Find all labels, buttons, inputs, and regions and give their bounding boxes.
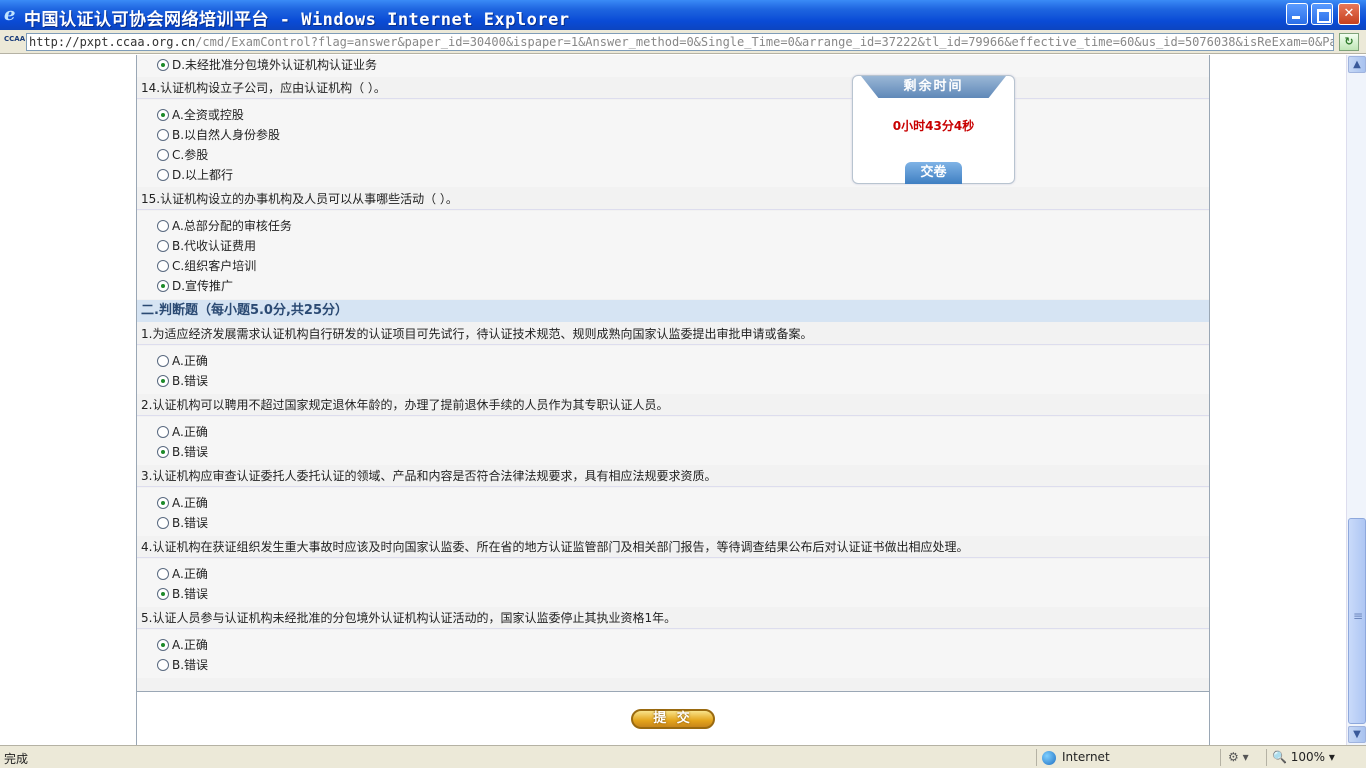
section-title-true-false: 二.判断题（每小题5.0分,共25分）	[137, 300, 1209, 322]
refresh-icon[interactable]: ↻	[1339, 33, 1359, 51]
q15-option-c[interactable]: C.组织客户培训	[157, 257, 256, 275]
q14-options: A.全资或控股 B.以自然人身份参股 C.参股 D.以上都行	[137, 100, 1209, 187]
submit-button[interactable]: 提 交	[631, 709, 715, 729]
security-zone[interactable]: Internet	[1042, 749, 1110, 766]
protected-mode-icon[interactable]: ⚙ ▾	[1228, 749, 1249, 766]
tf2-option-a[interactable]: A.正确	[157, 423, 208, 441]
tf2-options: A.正确 B.错误	[137, 417, 1209, 465]
q15-option-d[interactable]: D.宣传推广	[157, 277, 233, 295]
tf5-text: 5.认证人员参与认证机构未经批准的分包境外认证机构认证活动的，国家认监委停止其执…	[137, 607, 1209, 629]
radio-icon[interactable]	[157, 516, 169, 529]
radio-icon[interactable]	[157, 259, 169, 272]
close-button[interactable]: ✕	[1338, 3, 1360, 25]
q14-option-c[interactable]: C.参股	[157, 146, 208, 164]
page-viewport: D.未经批准分包境外认证机构认证业务 14.认证机构设立子公司，应由认证机构（ …	[0, 55, 1346, 745]
zoom-level[interactable]: 🔍 100% ▾	[1272, 749, 1335, 766]
status-bar: 完成 Internet ⚙ ▾ 🔍 100% ▾	[0, 745, 1366, 768]
radio-icon[interactable]	[157, 658, 169, 671]
tf1-option-a[interactable]: A.正确	[157, 352, 208, 370]
q15-options: A.总部分配的审核任务 B.代收认证费用 C.组织客户培训 D.宣传推广	[137, 211, 1209, 299]
minimize-button[interactable]	[1286, 3, 1308, 25]
radio-icon[interactable]	[157, 148, 169, 161]
tf2-option-b[interactable]: B.错误	[157, 443, 208, 461]
radio-icon[interactable]	[157, 219, 169, 232]
radio-icon[interactable]	[157, 239, 169, 252]
tf2-text: 2.认证机构可以聘用不超过国家规定退休年龄的，办理了提前退休手续的人员作为其专职…	[137, 394, 1209, 416]
submit-area: 提 交	[137, 691, 1209, 745]
tf3-options: A.正确 B.错误	[137, 488, 1209, 536]
url-path: /cmd/ExamControl?flag=answer&paper_id=30…	[195, 35, 1334, 49]
radio-icon[interactable]	[157, 638, 169, 651]
tf4-option-b[interactable]: B.错误	[157, 585, 208, 603]
remaining-time-header: 剩余时间	[861, 76, 1006, 98]
q14-option-b[interactable]: B.以自然人身份参股	[157, 126, 280, 144]
remaining-time-value: 0小时43分4秒	[892, 119, 975, 133]
tf3-option-b[interactable]: B.错误	[157, 514, 208, 532]
vertical-scrollbar[interactable]: ▲ ▼	[1346, 55, 1366, 745]
q14-text: 14.认证机构设立子公司，应由认证机构（ ）。	[137, 77, 1209, 99]
tf1-text: 1.为适应经济发展需求认证机构自行研发的认证项目可先试行，待认证技术规范、规则成…	[137, 323, 1209, 345]
tf4-text: 4.认证机构在获证组织发生重大事故时应该及时向国家认监委、所在省的地方认证监管部…	[137, 536, 1209, 558]
radio-icon[interactable]	[157, 279, 169, 292]
q13-option-d[interactable]: D.未经批准分包境外认证机构认证业务	[157, 56, 377, 74]
q14-option-a[interactable]: A.全资或控股	[157, 106, 244, 124]
q15-text: 15.认证机构设立的办事机构及人员可以从事哪些活动（ ）。	[137, 188, 1209, 210]
radio-icon[interactable]	[157, 567, 169, 580]
tf1-option-b[interactable]: B.错误	[157, 372, 208, 390]
tf5-option-a[interactable]: A.正确	[157, 636, 208, 654]
radio-icon[interactable]	[157, 108, 169, 121]
exam-paper: D.未经批准分包境外认证机构认证业务 14.认证机构设立子公司，应由认证机构（ …	[136, 55, 1210, 745]
url-field[interactable]: http://pxpt.ccaa.org.cn/cmd/ExamControl?…	[26, 33, 1334, 51]
tf4-options: A.正确 B.错误	[137, 559, 1209, 607]
tf4-option-a[interactable]: A.正确	[157, 565, 208, 583]
remaining-time-panel: 剩余时间 0小时43分4秒 交卷	[852, 75, 1015, 184]
window-title: 中国认证认可协会网络培训平台 - Windows Internet Explor…	[24, 10, 570, 30]
site-favicon-icon: CCAA	[4, 35, 26, 43]
radio-icon[interactable]	[157, 425, 169, 438]
radio-icon[interactable]	[157, 128, 169, 141]
globe-icon	[1042, 750, 1056, 765]
maximize-button[interactable]	[1311, 3, 1333, 25]
status-text: 完成	[4, 752, 29, 766]
q15-option-a[interactable]: A.总部分配的审核任务	[157, 217, 292, 235]
tf5-options: A.正确 B.错误	[137, 630, 1209, 678]
scroll-up-icon[interactable]: ▲	[1348, 56, 1366, 73]
address-bar: CCAA http://pxpt.ccaa.org.cn/cmd/ExamCon…	[0, 30, 1366, 54]
status-separator	[1266, 749, 1267, 766]
scroll-down-icon[interactable]: ▼	[1348, 726, 1366, 743]
tf3-option-a[interactable]: A.正确	[157, 494, 208, 512]
status-separator	[1036, 749, 1037, 766]
tf5-option-b[interactable]: B.错误	[157, 656, 208, 674]
status-separator	[1220, 749, 1221, 766]
radio-icon[interactable]	[157, 374, 169, 387]
radio-icon[interactable]	[157, 168, 169, 181]
window-title-bar[interactable]: e 中国认证认可协会网络培训平台 - Windows Internet Expl…	[0, 0, 1366, 30]
radio-icon[interactable]	[157, 496, 169, 509]
question-area: D.未经批准分包境外认证机构认证业务 14.认证机构设立子公司，应由认证机构（ …	[137, 55, 1209, 691]
q14-option-d[interactable]: D.以上都行	[157, 166, 233, 184]
q15-option-b[interactable]: B.代收认证费用	[157, 237, 256, 255]
scrollbar-thumb[interactable]	[1348, 518, 1366, 724]
radio-icon[interactable]	[157, 354, 169, 367]
url-host: http://pxpt.ccaa.org.cn	[29, 35, 196, 49]
tf1-options: A.正确 B.错误	[137, 346, 1209, 394]
radio-icon[interactable]	[157, 445, 169, 458]
tf3-text: 3.认证机构应审查认证委托人委托认证的领域、产品和内容是否符合法律法规要求，具有…	[137, 465, 1209, 487]
hand-in-button[interactable]: 交卷	[905, 162, 962, 184]
radio-icon[interactable]	[157, 58, 169, 71]
ie-logo-icon: e	[4, 4, 16, 25]
radio-icon[interactable]	[157, 587, 169, 600]
q13-options: D.未经批准分包境外认证机构认证业务	[137, 55, 1209, 77]
